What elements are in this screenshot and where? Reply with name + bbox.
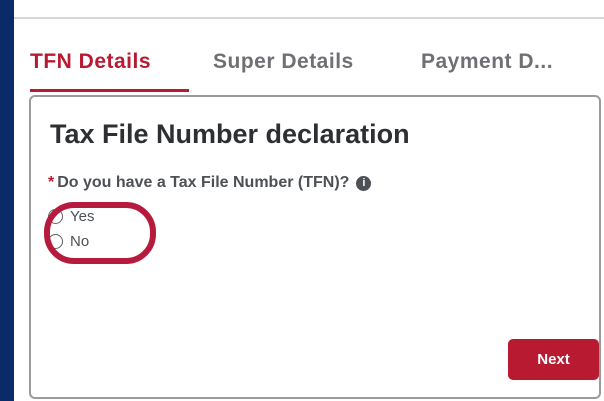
radio-yes[interactable]: [48, 209, 63, 224]
tfn-declaration-card: Tax File Number declaration * Do you hav…: [29, 95, 601, 399]
option-no-label: No: [70, 233, 90, 250]
question-label: Do you have a Tax File Number (TFN)?: [57, 174, 350, 191]
app-frame: TFN Details Super Details Payment D... T…: [14, 0, 604, 401]
card-title: Tax File Number declaration: [50, 119, 410, 149]
top-bar: [14, 0, 604, 19]
option-yes[interactable]: Yes: [48, 208, 94, 225]
required-marker: *: [48, 174, 55, 191]
option-yes-label: Yes: [70, 208, 95, 225]
tab-tfn-details[interactable]: TFN Details: [30, 50, 151, 74]
tab-payment-details[interactable]: Payment D...: [421, 50, 553, 74]
tab-super-details[interactable]: Super Details: [213, 50, 354, 74]
next-button[interactable]: Next: [508, 339, 599, 380]
active-tab-indicator: [30, 89, 189, 92]
option-no[interactable]: No: [48, 233, 89, 250]
tfn-question: * Do you have a Tax File Number (TFN)? i: [48, 174, 372, 192]
tab-bar: TFN Details Super Details Payment D...: [14, 40, 604, 92]
radio-no[interactable]: [48, 234, 63, 249]
info-icon[interactable]: i: [356, 175, 372, 191]
